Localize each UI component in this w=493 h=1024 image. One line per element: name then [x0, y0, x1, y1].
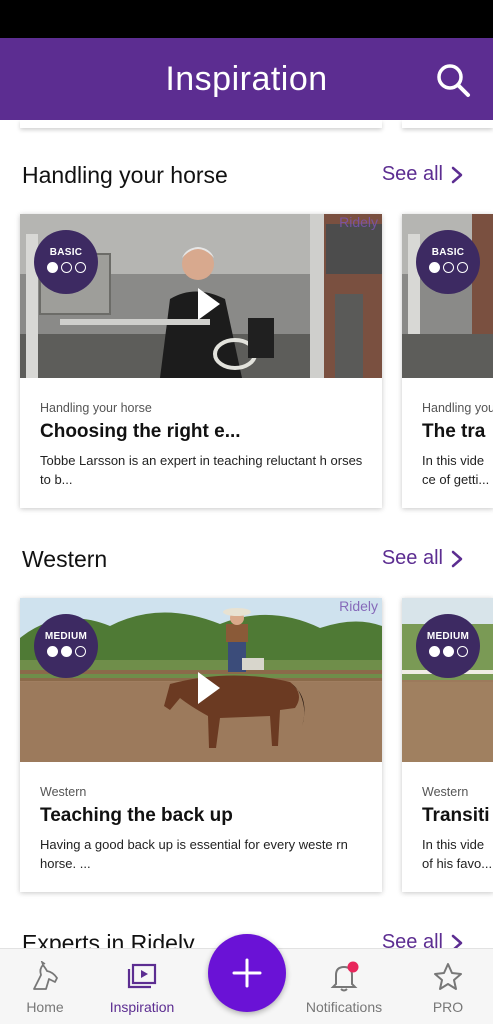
card-title[interactable]: Teaching the back up	[40, 805, 233, 827]
chevron-right-icon	[451, 166, 463, 183]
video-thumbnail[interactable]: Ridely MEDIUM	[20, 598, 382, 762]
level-dots	[34, 262, 98, 273]
video-card[interactable]: Ridely BASIC Handling your horse Choosin…	[20, 214, 382, 508]
level-dot-filled	[46, 646, 58, 657]
section-title-western: Western	[22, 546, 108, 572]
horse-head-icon	[33, 961, 58, 990]
level-dots	[416, 262, 480, 273]
nav-label: Home	[26, 999, 64, 1015]
level-dot-filled	[46, 262, 58, 273]
nav-label: Inspiration	[109, 999, 175, 1015]
card-title[interactable]: Transiti	[422, 805, 490, 827]
see-all-label: See all	[381, 163, 443, 185]
level-badge: MEDIUM	[34, 614, 98, 678]
level-dot-filled	[428, 262, 440, 273]
see-all-handling-link[interactable]: See all	[382, 163, 463, 186]
card-title[interactable]: The tra	[422, 421, 485, 443]
card-category: Western	[40, 785, 87, 799]
chevron-right-icon	[451, 550, 463, 567]
level-badge: BASIC	[416, 230, 480, 294]
app-header: Inspiration	[0, 38, 493, 120]
nav-home[interactable]: Home	[0, 949, 90, 1024]
card-category: Handling your horse	[40, 401, 152, 415]
card-category: Western	[422, 785, 469, 799]
level-dot-empty	[456, 646, 468, 657]
level-label: MEDIUM	[426, 631, 470, 642]
video-card[interactable]: MEDIUM Western Transiti In this vide of …	[402, 598, 493, 892]
nav-label: PRO	[432, 999, 464, 1015]
level-dot-empty	[74, 646, 86, 657]
add-button[interactable]	[208, 934, 286, 1012]
level-dot-filled	[428, 646, 440, 657]
bell-icon	[330, 961, 359, 992]
ridely-watermark: Ridely	[339, 214, 378, 230]
see-all-western-link[interactable]: See all	[382, 547, 463, 570]
see-all-experts-link[interactable]: See all	[382, 931, 463, 948]
nav-pro[interactable]: PRO	[403, 949, 493, 1024]
see-all-label: See all	[381, 931, 443, 948]
level-label: BASIC	[431, 247, 465, 258]
play-icon[interactable]	[196, 286, 222, 322]
section-title-experts: Experts in Ridely	[22, 930, 195, 948]
card-description: In this vide of his favo...	[422, 837, 493, 871]
level-label: MEDIUM	[44, 631, 88, 642]
status-bar	[0, 0, 493, 38]
video-card[interactable]: BASIC Handling you The tra In this vide …	[402, 214, 493, 508]
level-dot-empty	[74, 262, 86, 273]
level-dot-empty	[456, 262, 468, 273]
level-dots	[416, 646, 480, 657]
chevron-right-icon	[451, 934, 463, 948]
card-description: Having a good back up is essential for e…	[40, 837, 348, 871]
nav-notifications[interactable]: Notifications	[299, 949, 389, 1024]
inspiration-feed[interactable]: Handling your horse See all Ridely BASIC…	[0, 120, 493, 948]
video-thumbnail[interactable]: MEDIUM	[402, 598, 493, 762]
nav-label: Notifications	[305, 999, 383, 1015]
card-description: In this vide ce of getti...	[422, 453, 490, 487]
plus-icon	[232, 958, 262, 988]
nav-inspiration[interactable]: Inspiration	[97, 949, 187, 1024]
level-label: BASIC	[49, 247, 83, 258]
play-icon[interactable]	[196, 670, 222, 706]
page-title: Inspiration	[165, 60, 328, 98]
card-title[interactable]: Choosing the right e...	[40, 421, 241, 443]
video-thumbnail[interactable]: BASIC	[402, 214, 493, 378]
previous-row-card	[402, 120, 493, 128]
ridely-watermark: Ridely	[339, 598, 378, 614]
video-library-icon	[127, 963, 157, 989]
video-card[interactable]: Ridely MEDIUM Western Teaching the back …	[20, 598, 382, 892]
level-dot-filled	[60, 646, 72, 657]
level-dots	[34, 646, 98, 657]
level-badge: BASIC	[34, 230, 98, 294]
card-category: Handling you	[422, 401, 493, 415]
star-icon	[434, 963, 462, 990]
level-dot-empty	[442, 262, 454, 273]
previous-row-card	[20, 120, 382, 128]
section-title-handling: Handling your horse	[22, 162, 228, 188]
video-thumbnail[interactable]: Ridely BASIC	[20, 214, 382, 378]
level-dot-empty	[60, 262, 72, 273]
level-badge: MEDIUM	[416, 614, 480, 678]
level-dot-filled	[442, 646, 454, 657]
see-all-label: See all	[381, 547, 443, 569]
search-icon[interactable]	[435, 62, 471, 98]
card-description: Tobbe Larsson is an expert in teaching r…	[40, 453, 363, 487]
